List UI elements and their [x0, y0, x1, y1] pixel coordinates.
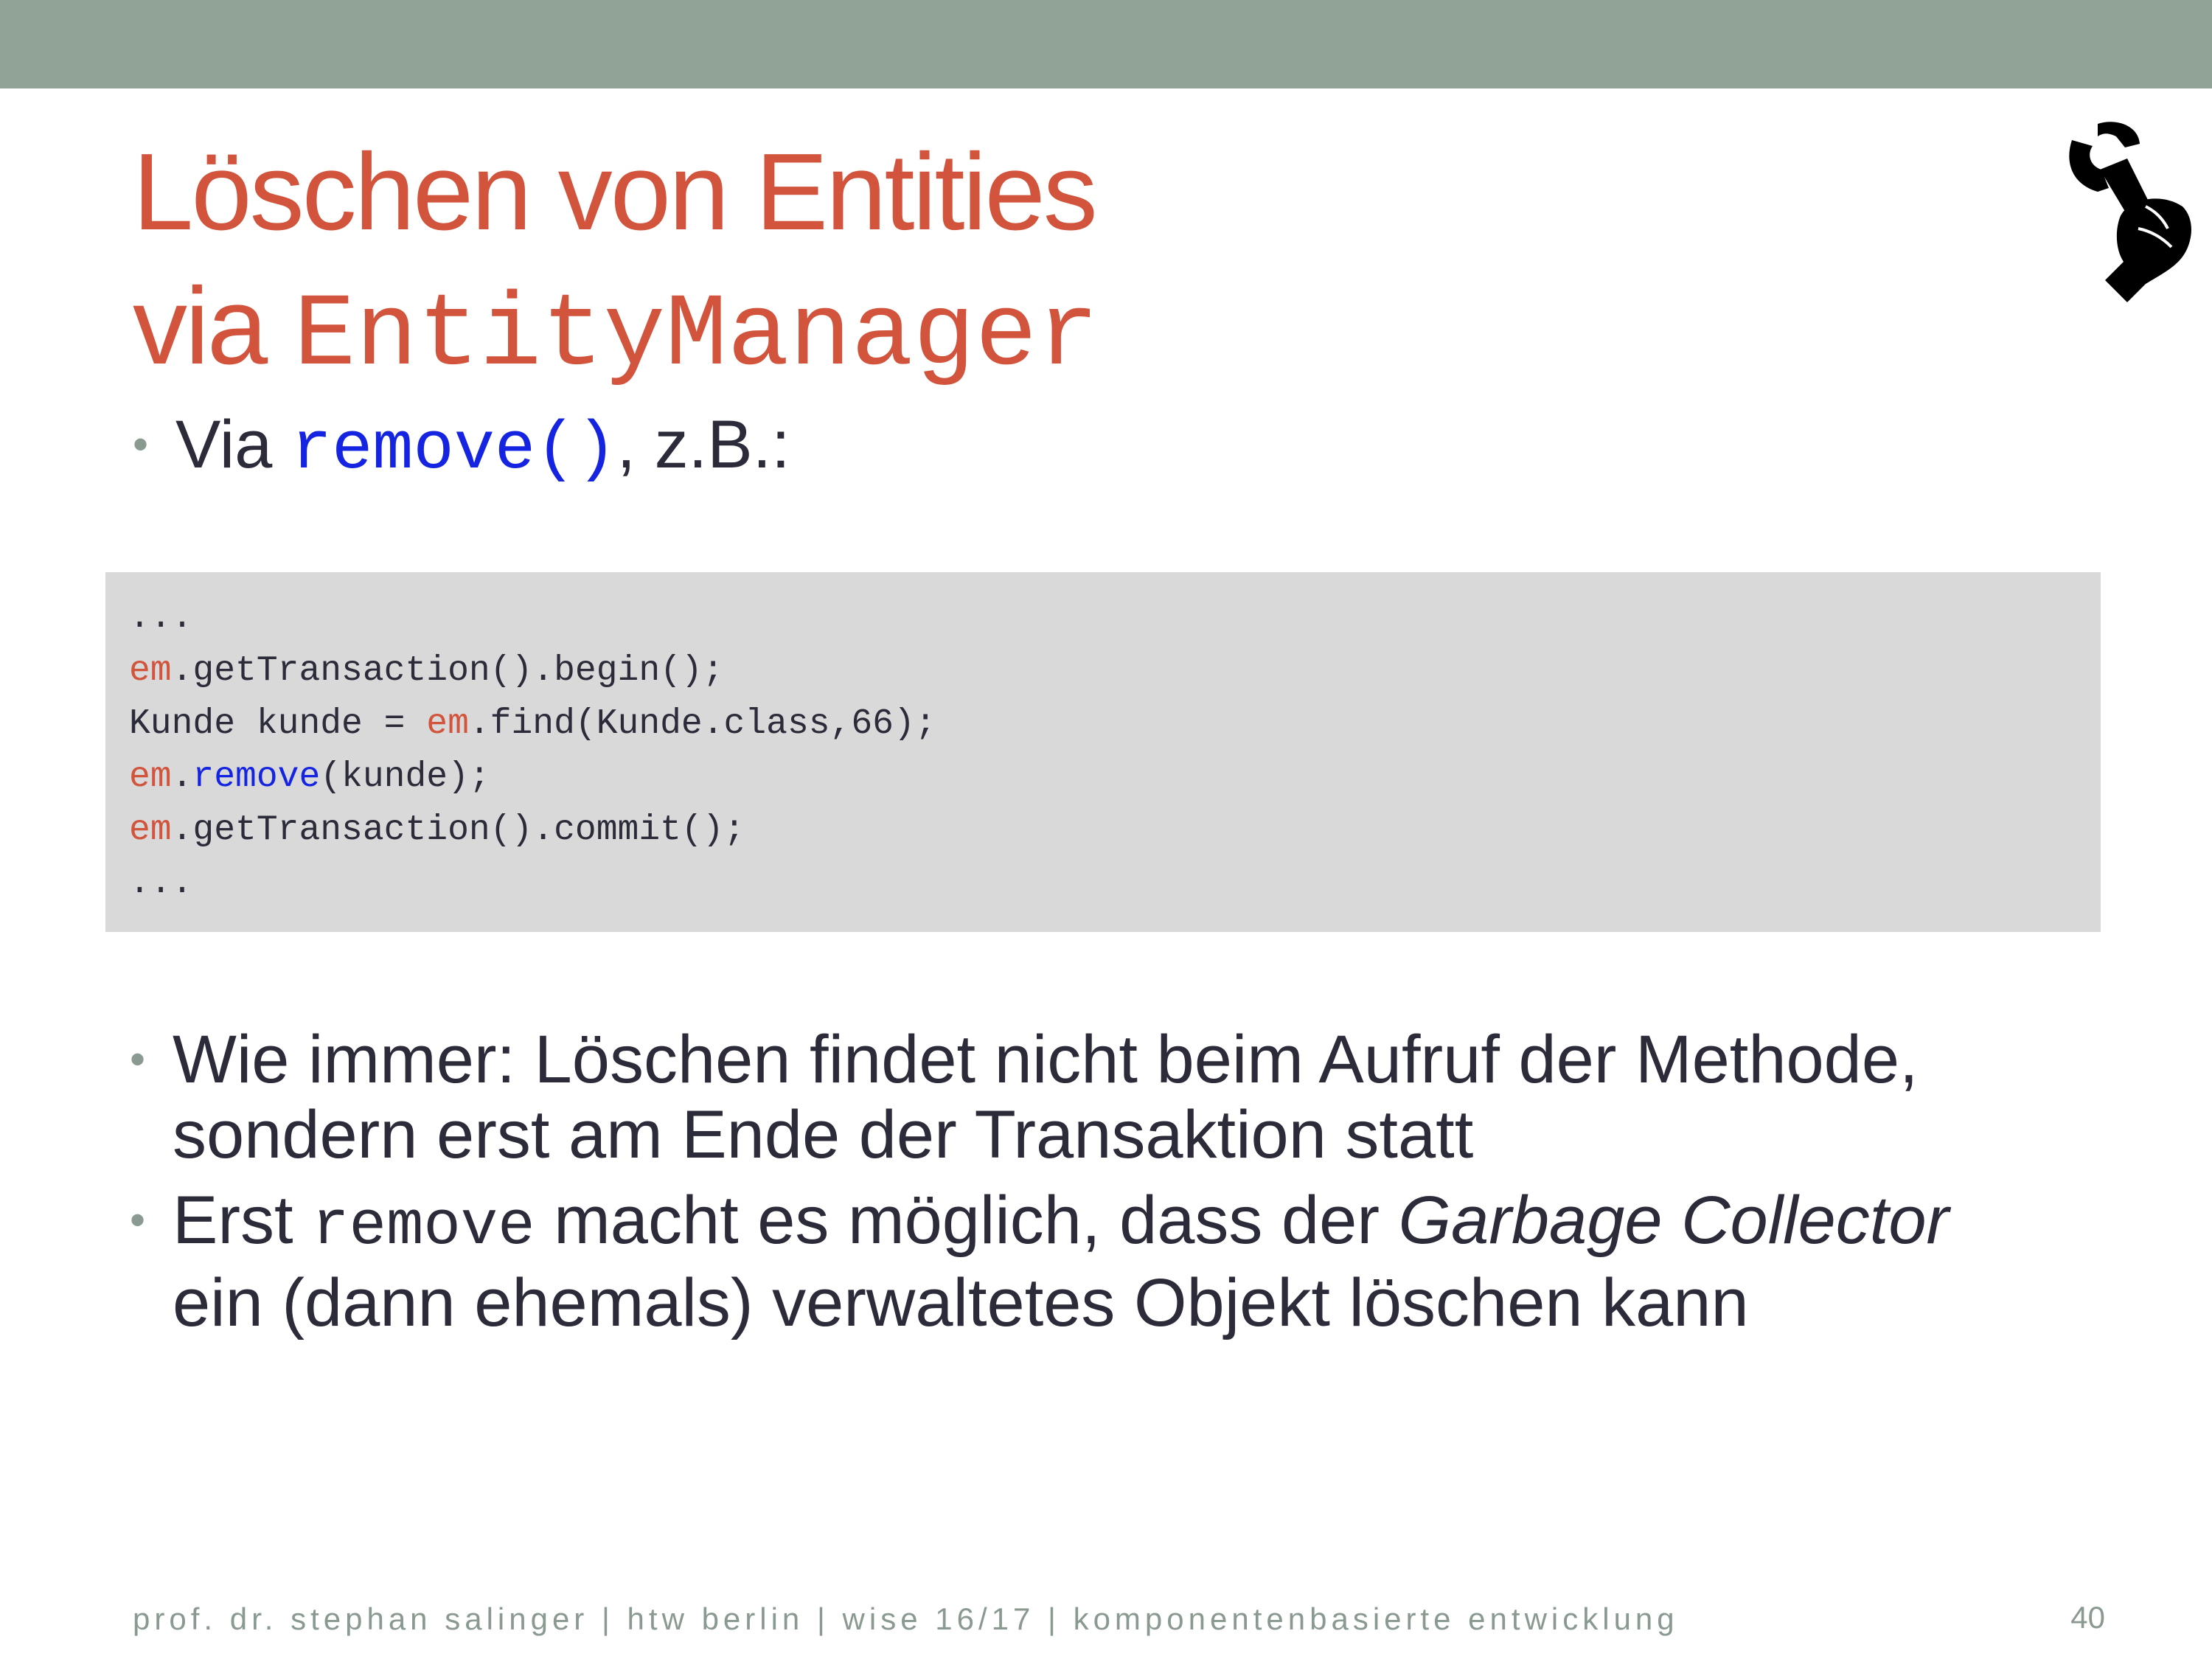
- bullet-1-suffix: , z.B.:: [616, 407, 790, 482]
- code-line-3-rest: .find(Kunde.class,66);: [468, 704, 936, 744]
- slide-title: Löschen von Entities via EntityManager: [133, 125, 1099, 404]
- bullet-1-prefix: Via: [175, 407, 273, 482]
- code-line-6: ...: [129, 863, 193, 903]
- code-em: em: [426, 704, 469, 744]
- wrench-in-hand-icon: [2069, 122, 2191, 302]
- bullet-3-part-3: ein (dann ehemals) verwaltetes Objekt lö…: [173, 1265, 1749, 1340]
- title-line-2-prefix: via: [133, 265, 268, 387]
- bullet-garbage-collector: • Erst remove macht es möglich, dass der…: [130, 1183, 2031, 1340]
- code-em: em: [129, 810, 172, 850]
- code-line-3-start: Kunde kunde =: [129, 704, 427, 744]
- code-line-2-rest: .getTransaction().begin();: [171, 651, 724, 691]
- code-em: em: [129, 757, 172, 797]
- bullet-2-text: Wie immer: Löschen findet nicht beim Auf…: [173, 1022, 1919, 1172]
- code-block: ... em.getTransaction().begin(); Kunde k…: [105, 572, 2101, 932]
- bullet-3-part-1: Erst: [173, 1183, 293, 1258]
- bullet-deletion-timing: • Wie immer: Löschen findet nicht beim A…: [130, 1022, 2031, 1172]
- bullet-dot: •: [130, 1034, 146, 1084]
- code-remove-keyword: remove: [192, 757, 321, 797]
- bullet-3-code: remove: [312, 1192, 535, 1262]
- title-line-1: Löschen von Entities: [133, 131, 1098, 253]
- bullet-remove-method: • Via remove(), z.B.:: [133, 407, 790, 488]
- code-dot: .: [171, 757, 193, 797]
- code-line-5-rest: .getTransaction().commit();: [171, 810, 745, 850]
- top-bar: [0, 0, 2212, 88]
- code-listing: ... em.getTransaction().begin(); Kunde k…: [129, 591, 936, 910]
- bullet-1-code: remove(): [291, 411, 617, 488]
- code-line-4-rest: (kunde);: [320, 757, 490, 797]
- page-number: 40: [2070, 1600, 2105, 1635]
- code-em: em: [129, 651, 172, 691]
- bullet-3-part-2: macht es möglich, dass der: [554, 1183, 1380, 1258]
- bullet-dot: •: [130, 1195, 146, 1245]
- code-line-1: ...: [129, 598, 193, 638]
- bullet-dot: •: [133, 420, 149, 469]
- title-line-2-code: EntityManager: [293, 278, 1099, 395]
- bullet-3-italic: Garbage Collector: [1398, 1183, 1950, 1258]
- footer-text: prof. dr. stephan salinger | htw berlin …: [133, 1601, 1679, 1636]
